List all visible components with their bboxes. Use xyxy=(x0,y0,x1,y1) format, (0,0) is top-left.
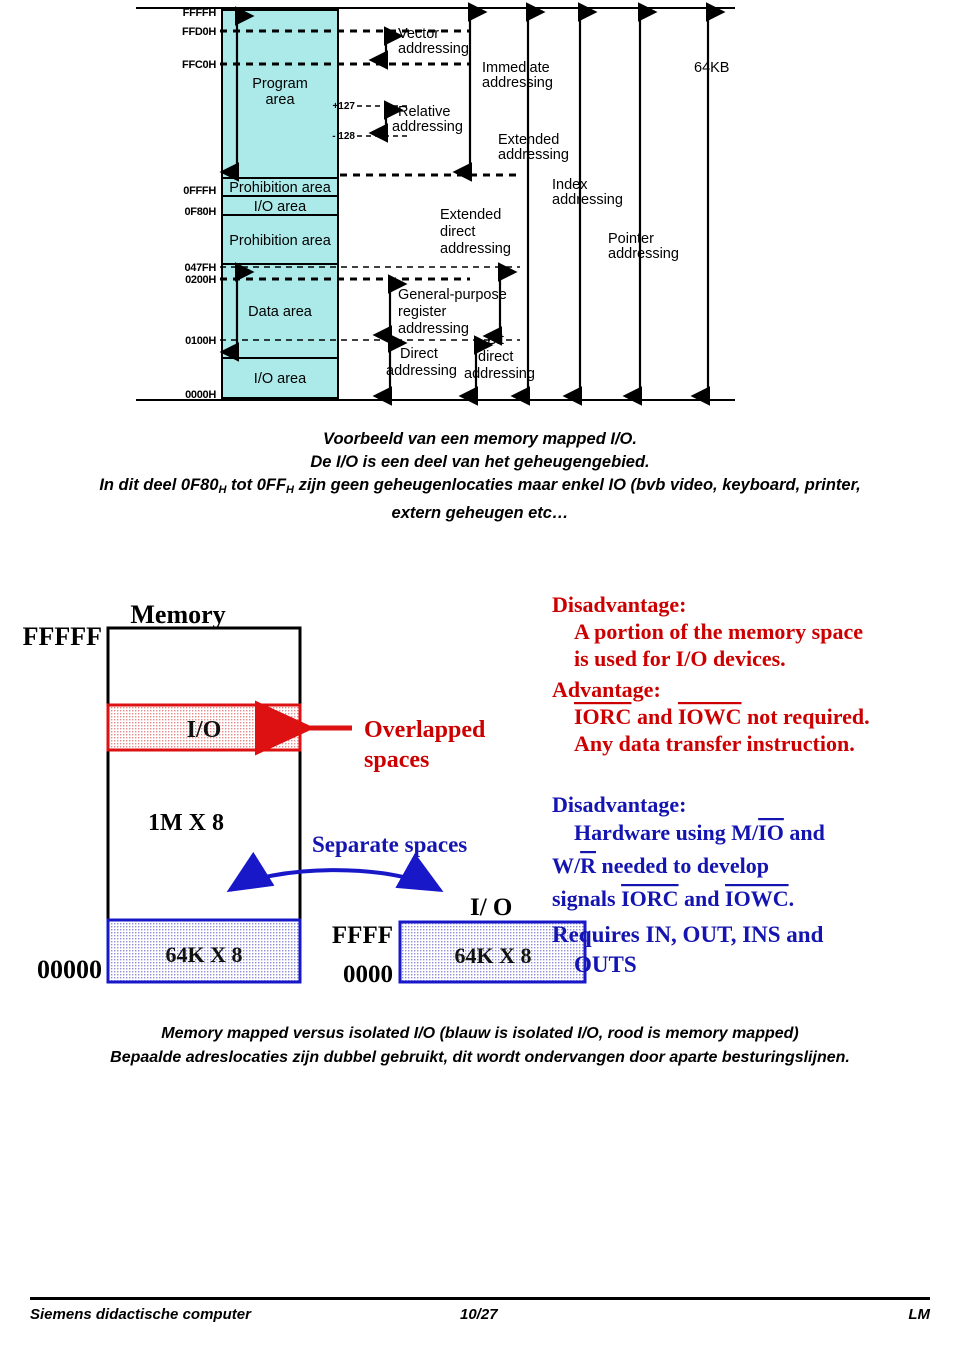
block-label-io-upper: I/O area xyxy=(254,199,307,215)
mode-label-extended-addressing-2: addressing xyxy=(498,147,569,163)
address-label-0100h: 0100H xyxy=(185,335,216,347)
isolated-bottom-address: 0000 xyxy=(343,961,393,988)
mode-label-gp-register-addressing-3: addressing xyxy=(398,321,469,337)
blue-note-sig-iorc: IORC xyxy=(621,886,678,911)
figure-memory-map-addressing-modes: Program area Prohibition area I/O area P… xyxy=(0,0,960,412)
mode-label-vector-addressing: Vector xyxy=(398,26,439,42)
caption-memory-mapped-io: Voorbeeld van een memory mapped I/O. De … xyxy=(0,428,960,525)
address-label-ffffh: FFFFH xyxy=(183,7,217,19)
address-label-047fh: 047FH xyxy=(184,262,216,274)
memory-title: Memory xyxy=(130,600,225,629)
memory-block-outline xyxy=(106,626,302,930)
separate-spaces-label: Separate spaces xyxy=(312,832,467,857)
mode-label-gp-register-addressing: General-purpose xyxy=(398,287,507,303)
mode-label-gp-register-addressing-2: register xyxy=(398,304,447,320)
address-label-0f80h: 0F80H xyxy=(184,206,216,218)
overlapped-label-line2: spaces xyxy=(364,747,429,773)
red-note-line3: IORC and IOWC not required. xyxy=(574,704,870,729)
total-size-label: 64KB xyxy=(694,60,729,76)
address-label-0000h: 0000H xyxy=(185,389,216,401)
caption1-line2: De I/O is een deel van het geheugengebie… xyxy=(310,453,650,471)
mode-label-bit-direct-addressing-3: addressing xyxy=(464,366,535,382)
blue-note-heading1: Disadvantage: xyxy=(552,792,686,817)
address-label-ffc0h: FFC0H xyxy=(182,59,216,71)
mode-label-relative-addressing: Relative xyxy=(398,104,450,120)
address-label-0200h: 0200H xyxy=(185,274,216,286)
caption1-line1: Voorbeeld van een memory mapped I/O. xyxy=(323,430,637,448)
mode-label-immediate-addressing-2: addressing xyxy=(482,75,553,91)
red-note-heading2: Advantage: xyxy=(552,677,661,702)
overlapped-label-line1: Overlapped xyxy=(364,717,486,743)
page-footer: Siemens didactische computer 10/27 LM xyxy=(30,1297,930,1323)
block-label-program-area: Program xyxy=(252,76,308,92)
blue-note-line4: Requires IN, OUT, INS and xyxy=(552,922,824,947)
mode-label-direct-addressing-2: addressing xyxy=(386,363,457,379)
blue-note-line5: OUTS xyxy=(574,952,637,977)
mode-label-pointer-addressing-2: addressing xyxy=(608,246,679,262)
blue-note-sig-iowc: IOWC xyxy=(725,886,789,911)
isolated-io-size-label: 64K X 8 xyxy=(455,943,532,968)
block-label-prohibition-upper: Prohibition area xyxy=(229,180,331,196)
caption1-line4: extern geheugen etc… xyxy=(391,504,569,522)
block-label-prohibition-lower: Prohibition area xyxy=(229,233,331,249)
caption-memory-mapped-vs-isolated: Memory mapped versus isolated I/O (blauw… xyxy=(0,1022,960,1070)
memory-size-label: 1M X 8 xyxy=(148,810,224,836)
mode-label-pointer-addressing: Pointer xyxy=(608,231,654,247)
red-note-line1: A portion of the memory space xyxy=(574,619,863,644)
footer-page-number: 10/27 xyxy=(460,1306,498,1323)
memory-io-band-label: I/O xyxy=(187,717,222,743)
memory-top-address: FFFFF xyxy=(23,622,102,651)
red-note-heading1: Disadvantage: xyxy=(552,592,686,617)
footer-document-title: Siemens didactische computer xyxy=(30,1306,251,1323)
isolated-io-title: I/ O xyxy=(470,894,512,921)
isolated-top-address: FFFF xyxy=(332,922,393,949)
caption2-line2: Bepaalde adreslocaties zijn dubbel gebru… xyxy=(110,1049,850,1066)
mode-label-immediate-addressing: Immediate xyxy=(482,60,550,76)
memory-lower-band-label: 64K X 8 xyxy=(166,942,243,967)
red-note: Disadvantage: A portion of the memory sp… xyxy=(552,592,870,756)
mode-label-vector-addressing-2: addressing xyxy=(398,41,469,57)
memory-bottom-address: 00000 xyxy=(37,955,102,984)
mode-label-direct-addressing: Direct xyxy=(400,346,438,362)
mode-label-extended-direct-addressing-3: addressing xyxy=(440,241,511,257)
blue-note-sig-io: IO xyxy=(758,820,784,845)
red-note-sig-iorc: IORC xyxy=(574,704,631,729)
caption1-line3: In dit deel 0F80H tot 0FFH zijn geen geh… xyxy=(99,476,861,496)
blue-note-sig-r: R xyxy=(580,853,597,878)
mode-label-bit-direct-addressing-2: direct xyxy=(478,349,513,365)
caption2-line1: Memory mapped versus isolated I/O (blauw… xyxy=(161,1025,799,1042)
block-label-io-lower: I/O area xyxy=(254,371,307,387)
relative-upper-bound: +127 xyxy=(332,101,355,112)
mode-label-index-addressing: Index xyxy=(552,177,588,193)
blue-note: Disadvantage: Hardware using M/IO and W/… xyxy=(552,792,825,977)
mode-label-extended-addressing: Extended xyxy=(498,132,559,148)
blue-note-line2: W/R needed to develop xyxy=(552,853,769,878)
red-note-sig-iowc: IOWC xyxy=(678,704,742,729)
mode-label-relative-addressing-2: addressing xyxy=(392,119,463,135)
block-label-data-area: Data area xyxy=(248,304,313,320)
red-note-line2: is used for I/O devices. xyxy=(574,646,786,671)
footer-author-initials: LM xyxy=(908,1306,930,1323)
mode-label-extended-direct-addressing-2: direct xyxy=(440,224,475,240)
address-label-0fffh: 0FFFH xyxy=(183,185,216,197)
blue-note-line3: signals IORC and IOWC. xyxy=(552,886,794,911)
block-label-program-area-2: area xyxy=(265,92,295,108)
address-label-ffd0h: FFD0H xyxy=(182,26,216,38)
document-page: Program area Prohibition area I/O area P… xyxy=(0,0,960,1348)
footer-rule xyxy=(30,1297,930,1300)
relative-lower-bound: - 128 xyxy=(332,131,355,142)
mode-label-index-addressing-2: addressing xyxy=(552,192,623,208)
figure-memory-mapped-vs-isolated-io: Memory I/O 64K X 8 1M X 8 FFFFF 00000 Ov… xyxy=(0,590,960,1010)
mode-label-bit-direct-addressing: Bit xyxy=(487,332,504,348)
red-note-line4: Any data transfer instruction. xyxy=(574,731,855,756)
mode-label-extended-direct-addressing: Extended xyxy=(440,207,501,223)
blue-note-line1: Hardware using M/IO and xyxy=(574,820,825,845)
